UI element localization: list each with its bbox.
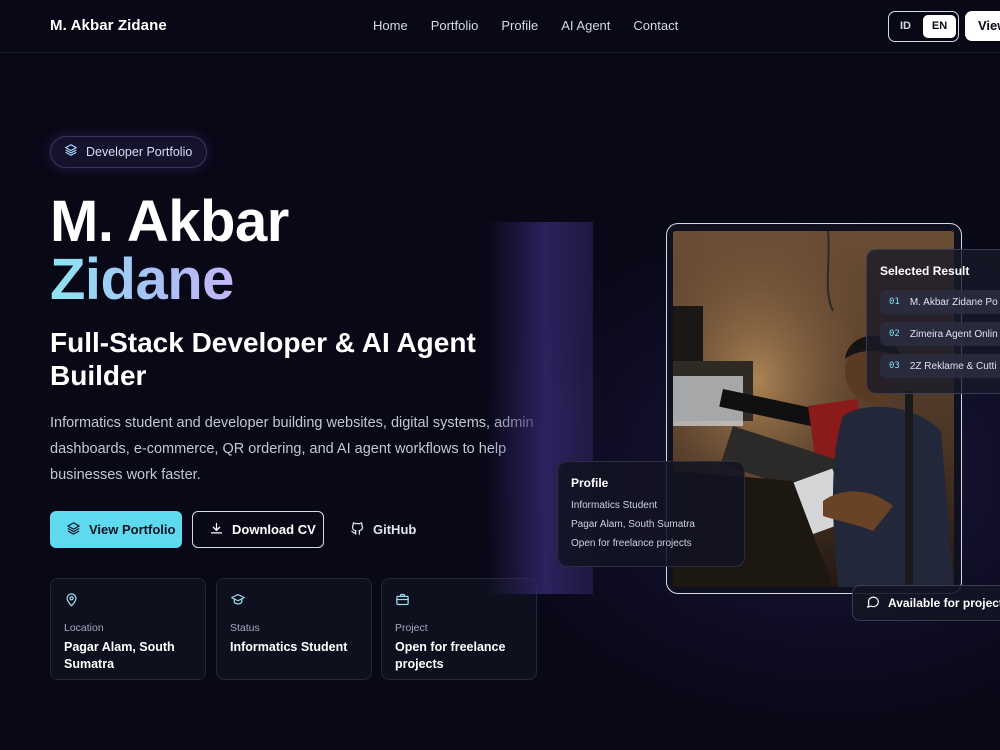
status-label: Status — [230, 622, 260, 634]
location-value: Pagar Alam, South Sumatra — [64, 640, 175, 671]
view-portfolio-label: View Portfolio — [89, 522, 176, 537]
chat-bubble-icon — [866, 595, 880, 612]
status-card: Status Informatics Student — [216, 578, 372, 680]
brand-logo[interactable]: M. Akbar Zidane — [50, 17, 167, 34]
result-number: 02 — [889, 329, 900, 339]
github-button[interactable]: GitHub — [340, 511, 420, 548]
nav-portfolio[interactable]: Portfolio — [431, 18, 479, 33]
badge-label: Developer Portfolio — [86, 145, 193, 159]
hero-name-last: Zidane — [50, 247, 234, 312]
selected-result-panel: Selected Result 01 M. Akbar Zidane Po 02… — [866, 249, 1000, 394]
nav-contact[interactable]: Contact — [633, 18, 678, 33]
profile-line: Pagar Alam, South Sumatra — [571, 519, 695, 530]
profile-line: Informatics Student — [571, 500, 658, 511]
result-item[interactable]: 02 Zimeira Agent Onlin — [880, 322, 1000, 346]
hero-role: Full-Stack Developer & AI Agent Builder — [50, 327, 476, 391]
lang-id-option[interactable]: ID — [891, 15, 920, 38]
project-label: Project — [395, 622, 428, 634]
result-title: 2Z Reklame & Cutti — [909, 360, 997, 372]
hero-description: Informatics student and developer buildi… — [50, 415, 534, 483]
result-number: 01 — [889, 297, 900, 307]
download-cv-button[interactable]: Download CV — [192, 511, 324, 548]
layers-icon — [64, 143, 78, 162]
github-label: GitHub — [373, 522, 417, 537]
download-icon — [209, 521, 224, 539]
nav-links: Home Portfolio Profile AI Agent Contact — [373, 18, 678, 33]
location-label: Location — [64, 622, 104, 634]
briefcase-icon — [395, 593, 410, 611]
language-toggle: ID EN — [888, 11, 959, 42]
nav-ai-agent[interactable]: AI Agent — [561, 18, 610, 33]
availability-badge[interactable]: Available for project — [852, 585, 1000, 621]
download-cv-label: Download CV — [232, 522, 316, 537]
result-number: 03 — [889, 361, 900, 371]
developer-portfolio-badge: Developer Portfolio — [50, 136, 208, 168]
location-card: Location Pagar Alam, South Sumatra — [50, 578, 206, 680]
result-title: M. Akbar Zidane Po — [909, 296, 998, 308]
map-pin-icon — [64, 593, 79, 611]
view-button[interactable]: View — [965, 11, 1000, 41]
profile-panel-title: Profile — [571, 476, 609, 490]
result-title: Zimeira Agent Onlin — [909, 328, 998, 340]
top-nav: M. Akbar Zidane Home Portfolio Profile A… — [0, 0, 1000, 53]
profile-panel: Profile Informatics Student Pagar Alam, … — [557, 461, 745, 567]
selected-result-title: Selected Result — [880, 264, 970, 278]
hero-name-first: M. Akbar — [50, 189, 289, 254]
nav-home[interactable]: Home — [373, 18, 408, 33]
result-item[interactable]: 03 2Z Reklame & Cutti — [880, 354, 1000, 378]
view-portfolio-button[interactable]: View Portfolio — [50, 511, 182, 548]
lang-en-option[interactable]: EN — [923, 15, 956, 38]
result-item[interactable]: 01 M. Akbar Zidane Po — [880, 290, 1000, 314]
status-value: Informatics Student — [230, 640, 348, 654]
nav-profile[interactable]: Profile — [501, 18, 538, 33]
project-value: Open for freelance projects — [395, 640, 506, 671]
availability-label: Available for project — [888, 596, 1000, 610]
graduation-cap-icon — [230, 593, 246, 611]
page: M. Akbar Zidane Home Portfolio Profile A… — [0, 0, 1000, 750]
profile-line: Open for freelance projects — [571, 538, 692, 549]
layers-icon — [66, 521, 81, 539]
github-icon — [350, 521, 365, 539]
